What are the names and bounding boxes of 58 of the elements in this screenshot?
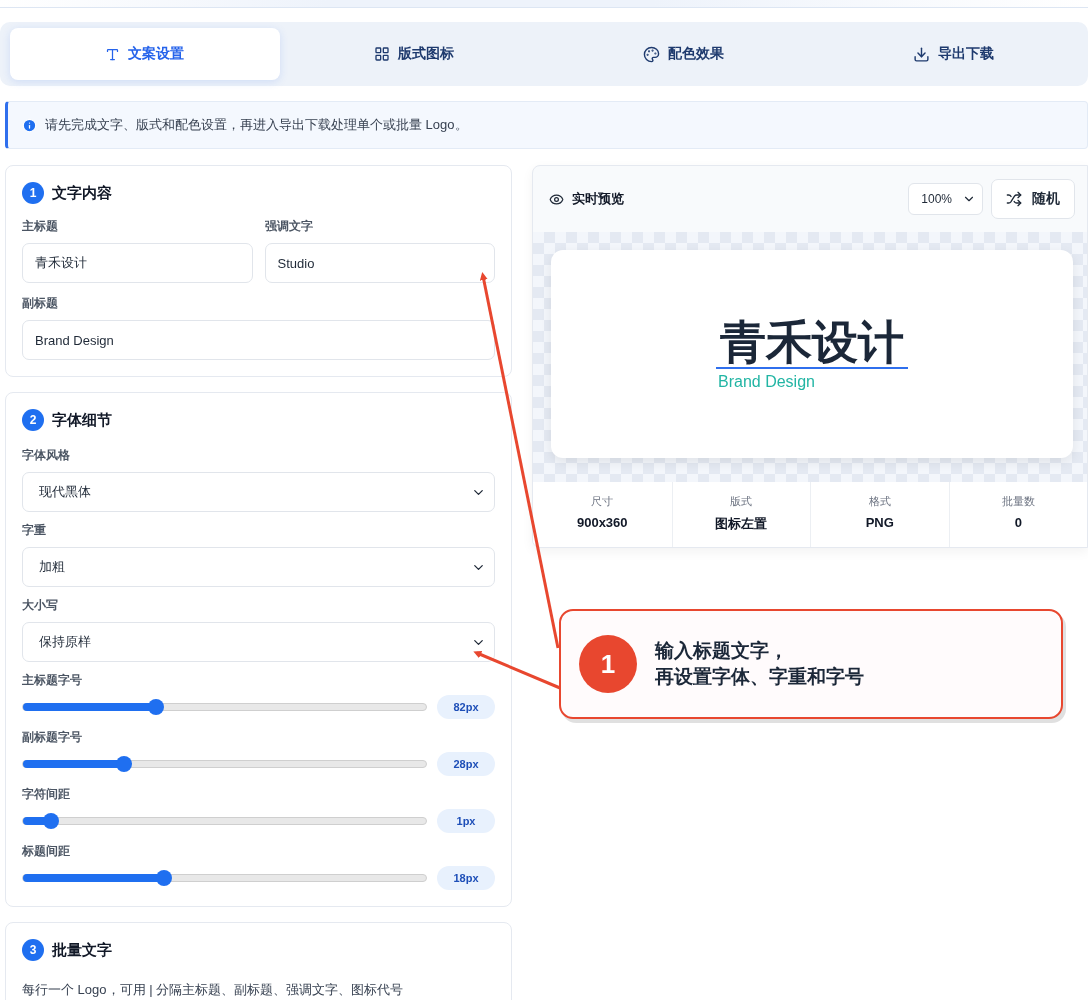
hint-text: 每行一个 Logo，可用 | 分隔主标题、副标题、强调文字、图标代号 bbox=[22, 981, 405, 999]
eye-icon bbox=[549, 191, 564, 207]
slider-thumb[interactable] bbox=[115, 756, 132, 772]
notice-text: 请先完成文字、版式和配色设置，再进入导出下载处理单个或批量 Logo。 bbox=[45, 116, 468, 134]
step-number: 2 bbox=[22, 409, 44, 431]
tab[interactable]: 配色效果 bbox=[549, 28, 819, 80]
slider-thumb[interactable] bbox=[156, 870, 173, 886]
preview-title: 实时预览 bbox=[572, 190, 624, 208]
slider-thumb[interactable] bbox=[148, 699, 164, 715]
stat-label: 批量数 bbox=[1001, 494, 1035, 509]
download-icon bbox=[912, 45, 930, 63]
select-dropdown[interactable]: 现代黑体 bbox=[22, 472, 495, 512]
info-icon bbox=[22, 117, 37, 133]
section-title: 文字内容 bbox=[52, 183, 112, 203]
slider-label: 字符间距 bbox=[22, 786, 71, 803]
field-label: 副标题 bbox=[22, 295, 59, 312]
text-input[interactable]: 青禾设计 bbox=[22, 243, 253, 283]
slider-label: 标题间距 bbox=[22, 843, 71, 860]
value-pill: 28px bbox=[437, 752, 495, 776]
value-pill: 82px bbox=[437, 695, 495, 719]
stat-value: 900x360 bbox=[576, 515, 628, 530]
stat-label: 格式 bbox=[868, 494, 891, 509]
palette-icon bbox=[643, 45, 661, 63]
tab[interactable]: 版式图标 bbox=[279, 28, 549, 80]
zoom-select[interactable]: 100% bbox=[908, 183, 983, 215]
field-label: 字体风格 bbox=[22, 447, 71, 464]
select-dropdown[interactable]: 加粗 bbox=[22, 547, 495, 587]
tab[interactable]: 导出下载 bbox=[818, 28, 1088, 80]
step-number: 3 bbox=[22, 939, 44, 961]
field-label: 主标题 bbox=[22, 218, 59, 235]
stat-value: PNG bbox=[865, 515, 894, 530]
random-button[interactable]: 随机 bbox=[991, 179, 1075, 219]
section-title: 批量文字 bbox=[52, 940, 112, 960]
field-label: 大小写 bbox=[22, 597, 59, 614]
step-number: 1 bbox=[22, 182, 44, 204]
tab[interactable]: 文案设置 bbox=[10, 28, 280, 80]
select-dropdown[interactable]: 保持原样 bbox=[22, 622, 495, 662]
section-title: 字体细节 bbox=[52, 410, 112, 430]
logo-subtitle: Brand Design bbox=[717, 373, 815, 392]
text-input[interactable]: Brand Design bbox=[22, 320, 495, 360]
stat-label: 版式 bbox=[730, 494, 753, 509]
stat-label: 尺寸 bbox=[591, 494, 614, 509]
callout-text: 输入标题文字， 再设置字体、字重和字号 bbox=[655, 639, 864, 689]
stat-value: 图标左置 bbox=[715, 515, 768, 533]
value-pill: 1px bbox=[437, 809, 495, 833]
slider-label: 副标题字号 bbox=[22, 729, 83, 746]
callout-number: 1 bbox=[579, 635, 637, 693]
field-label: 字重 bbox=[22, 522, 47, 539]
shuffle-icon bbox=[1006, 191, 1022, 207]
value-pill: 18px bbox=[437, 866, 495, 890]
grid-icon bbox=[374, 46, 391, 62]
slider-label: 主标题字号 bbox=[22, 672, 83, 689]
text-icon bbox=[105, 46, 121, 62]
field-label: 强调文字 bbox=[264, 218, 314, 235]
logo-title: 青禾设计 bbox=[716, 316, 908, 370]
stat-value: 0 bbox=[1014, 515, 1022, 530]
text-input[interactable]: Studio bbox=[264, 243, 495, 283]
slider-thumb[interactable] bbox=[43, 813, 60, 829]
